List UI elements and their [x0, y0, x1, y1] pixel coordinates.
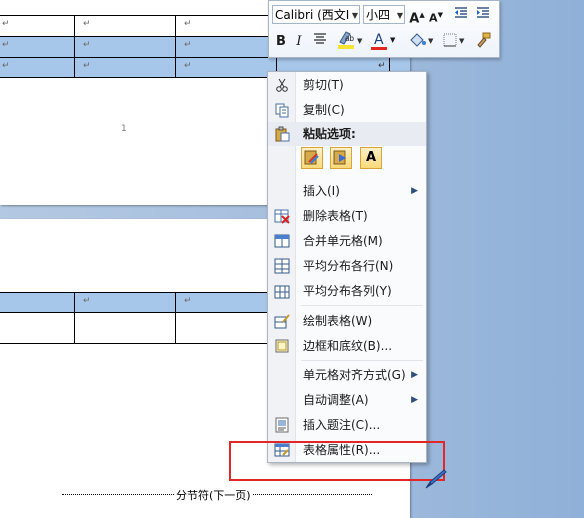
grow-font-button[interactable]: A▲: [409, 5, 425, 26]
annotation-highlight-box: [229, 441, 445, 481]
chevron-down-icon[interactable]: ▼: [352, 6, 358, 23]
paste-keep-source-formatting-icon[interactable]: [301, 147, 323, 169]
cell-end-mark: ↵: [2, 19, 10, 29]
menu-item-draw-table[interactable]: 绘制表格(W): [268, 309, 426, 333]
submenu-arrow-icon: ▶: [411, 395, 418, 405]
merge-cells-icon: [274, 233, 290, 249]
decrease-indent-icon[interactable]: [452, 5, 470, 25]
distribute-columns-icon: [274, 283, 290, 299]
cell-end-mark: ↵: [83, 19, 91, 29]
menu-item-borders-shading[interactable]: 边框和底纹(B)...: [268, 334, 426, 358]
menu-item-label: 剪切(T): [303, 78, 344, 92]
svg-text:▼: ▼: [357, 37, 363, 45]
cell-end-mark: ↵: [83, 296, 91, 306]
submenu-arrow-icon: ▶: [411, 370, 418, 380]
cell-end-mark: ↵: [83, 61, 91, 71]
cell-end-mark: ↵: [184, 40, 192, 50]
paste-keep-text-only-icon[interactable]: A: [360, 147, 382, 169]
insert-caption-icon: [274, 417, 290, 433]
chevron-down-icon[interactable]: ▼: [397, 6, 403, 25]
italic-button[interactable]: I: [291, 32, 307, 52]
draw-table-pen-cursor-icon: [424, 468, 448, 490]
cell-end-mark: ↵: [184, 19, 192, 29]
mini-formatting-toolbar: Calibri (西文I ▼ 小四 ▼ A▲ A▼ B I ab ▼ A ▼ ▼ …: [268, 0, 500, 58]
menu-item-copy[interactable]: 复制(C): [268, 98, 426, 122]
menu-item-label: 合并单元格(M): [303, 234, 383, 248]
svg-text:▼: ▼: [459, 37, 465, 45]
menu-item-label: 自动调整(A): [303, 393, 369, 407]
bold-button[interactable]: B: [273, 32, 289, 52]
menu-section-paste-options: 粘贴选项:: [268, 122, 426, 146]
svg-text:ab: ab: [345, 34, 354, 43]
cell-end-mark: ↵: [2, 40, 10, 50]
row-end-mark: ↵: [378, 61, 386, 71]
menu-item-insert[interactable]: 插入(I) ▶: [268, 179, 426, 203]
menu-item-label: 平均分布各列(Y): [303, 284, 392, 298]
table-context-menu: 剪切(T) 复制(C) 粘贴选项: A 插入(I) ▶ 删除表格(T) 合并单元…: [267, 71, 427, 463]
menu-item-label: 删除表格(T): [303, 209, 368, 223]
menu-item-label: 绘制表格(W): [303, 314, 373, 328]
font-name-box[interactable]: Calibri (西文I ▼: [272, 5, 360, 24]
menu-item-label: 插入题注(C)...: [303, 418, 381, 432]
delete-table-icon: [274, 208, 290, 224]
format-painter-icon[interactable]: [473, 31, 493, 51]
cell-end-mark: ↵: [83, 40, 91, 50]
center-align-icon[interactable]: [311, 32, 329, 52]
font-name-value: Calibri (西文I: [275, 8, 350, 22]
section-break-label: 分节符(下一页): [174, 487, 253, 503]
menu-item-label: 插入(I): [303, 184, 340, 198]
borders-icon[interactable]: ▼: [441, 31, 469, 51]
font-size-value: 小四: [366, 8, 391, 22]
menu-item-insert-caption[interactable]: 插入题注(C)...: [268, 413, 426, 437]
menu-item-label: 边框和底纹(B)...: [303, 339, 393, 353]
page-number: 1: [121, 124, 127, 134]
menu-item-distribute-columns[interactable]: 平均分布各列(Y): [268, 279, 426, 303]
copy-icon: [274, 102, 290, 118]
font-color-button[interactable]: A ▼: [369, 30, 399, 50]
menu-item-delete-table[interactable]: 删除表格(T): [268, 204, 426, 228]
submenu-arrow-icon: ▶: [411, 186, 418, 196]
cell-end-mark: ↵: [184, 61, 192, 71]
scissors-icon: [274, 77, 290, 93]
highlight-color-button[interactable]: ab ▼: [335, 30, 365, 50]
menu-item-label: 复制(C): [303, 103, 345, 117]
menu-item-autofit[interactable]: 自动调整(A) ▶: [268, 388, 426, 412]
paste-icon: [274, 126, 290, 142]
menu-item-distribute-rows[interactable]: 平均分布各行(N): [268, 254, 426, 278]
menu-item-label: 单元格对齐方式(G): [303, 368, 406, 382]
font-size-box[interactable]: 小四 ▼: [363, 5, 405, 24]
cell-end-mark: ↵: [184, 296, 192, 306]
menu-item-cut[interactable]: 剪切(T): [268, 73, 426, 97]
menu-section-label: 粘贴选项:: [303, 127, 356, 141]
menu-item-label: 平均分布各行(N): [303, 259, 394, 273]
borders-shading-icon: [274, 338, 290, 354]
cell-end-mark: ↵: [2, 61, 10, 71]
paste-merge-formatting-icon[interactable]: [330, 147, 352, 169]
section-break-next-page: 分节符(下一页): [62, 487, 372, 503]
svg-text:▼: ▼: [428, 37, 434, 45]
shrink-font-button[interactable]: A▼: [428, 5, 444, 25]
increase-indent-icon[interactable]: [474, 5, 492, 25]
menu-item-merge-cells[interactable]: 合并单元格(M): [268, 229, 426, 253]
draw-table-icon: [274, 313, 290, 329]
menu-item-cell-alignment[interactable]: 单元格对齐方式(G) ▶: [268, 363, 426, 387]
shading-fill-icon[interactable]: ▼: [407, 31, 437, 51]
distribute-rows-icon: [274, 258, 290, 274]
